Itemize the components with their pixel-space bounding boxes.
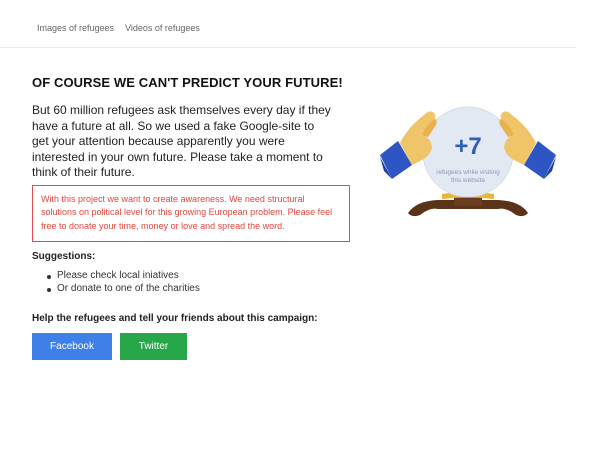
top-navigation: Images of refugees Videos of refugees xyxy=(0,0,576,48)
count-caption-line1: refugees while visiting xyxy=(436,169,500,176)
crystal-ball-illustration: +7 refugees while visiting this website xyxy=(378,97,558,225)
suggestions-heading: Suggestions: xyxy=(32,251,96,262)
awareness-notice: With this project we want to create awar… xyxy=(32,185,350,242)
page-title: OF COURSE WE CAN'T PREDICT YOUR FUTURE! xyxy=(32,75,343,90)
facebook-share-button[interactable]: Facebook xyxy=(32,333,112,360)
suggestion-item: Or donate to one of the charities xyxy=(47,283,200,296)
twitter-share-button[interactable]: Twitter xyxy=(120,333,187,360)
share-prompt: Help the refugees and tell your friends … xyxy=(32,313,318,324)
refugee-count: +7 xyxy=(454,133,481,160)
nav-images-link[interactable]: Images of refugees xyxy=(37,23,114,33)
count-caption-line2: this website xyxy=(451,177,485,184)
suggestion-item: Please check local iniatives xyxy=(47,270,200,283)
suggestions-list: Please check local iniatives Or donate t… xyxy=(47,270,200,295)
crystal-ball-with-hands-icon: +7 refugees while visiting this website xyxy=(380,106,556,217)
intro-paragraph: But 60 million refugees ask themselves e… xyxy=(32,103,331,179)
nav-videos-link[interactable]: Videos of refugees xyxy=(125,23,200,33)
